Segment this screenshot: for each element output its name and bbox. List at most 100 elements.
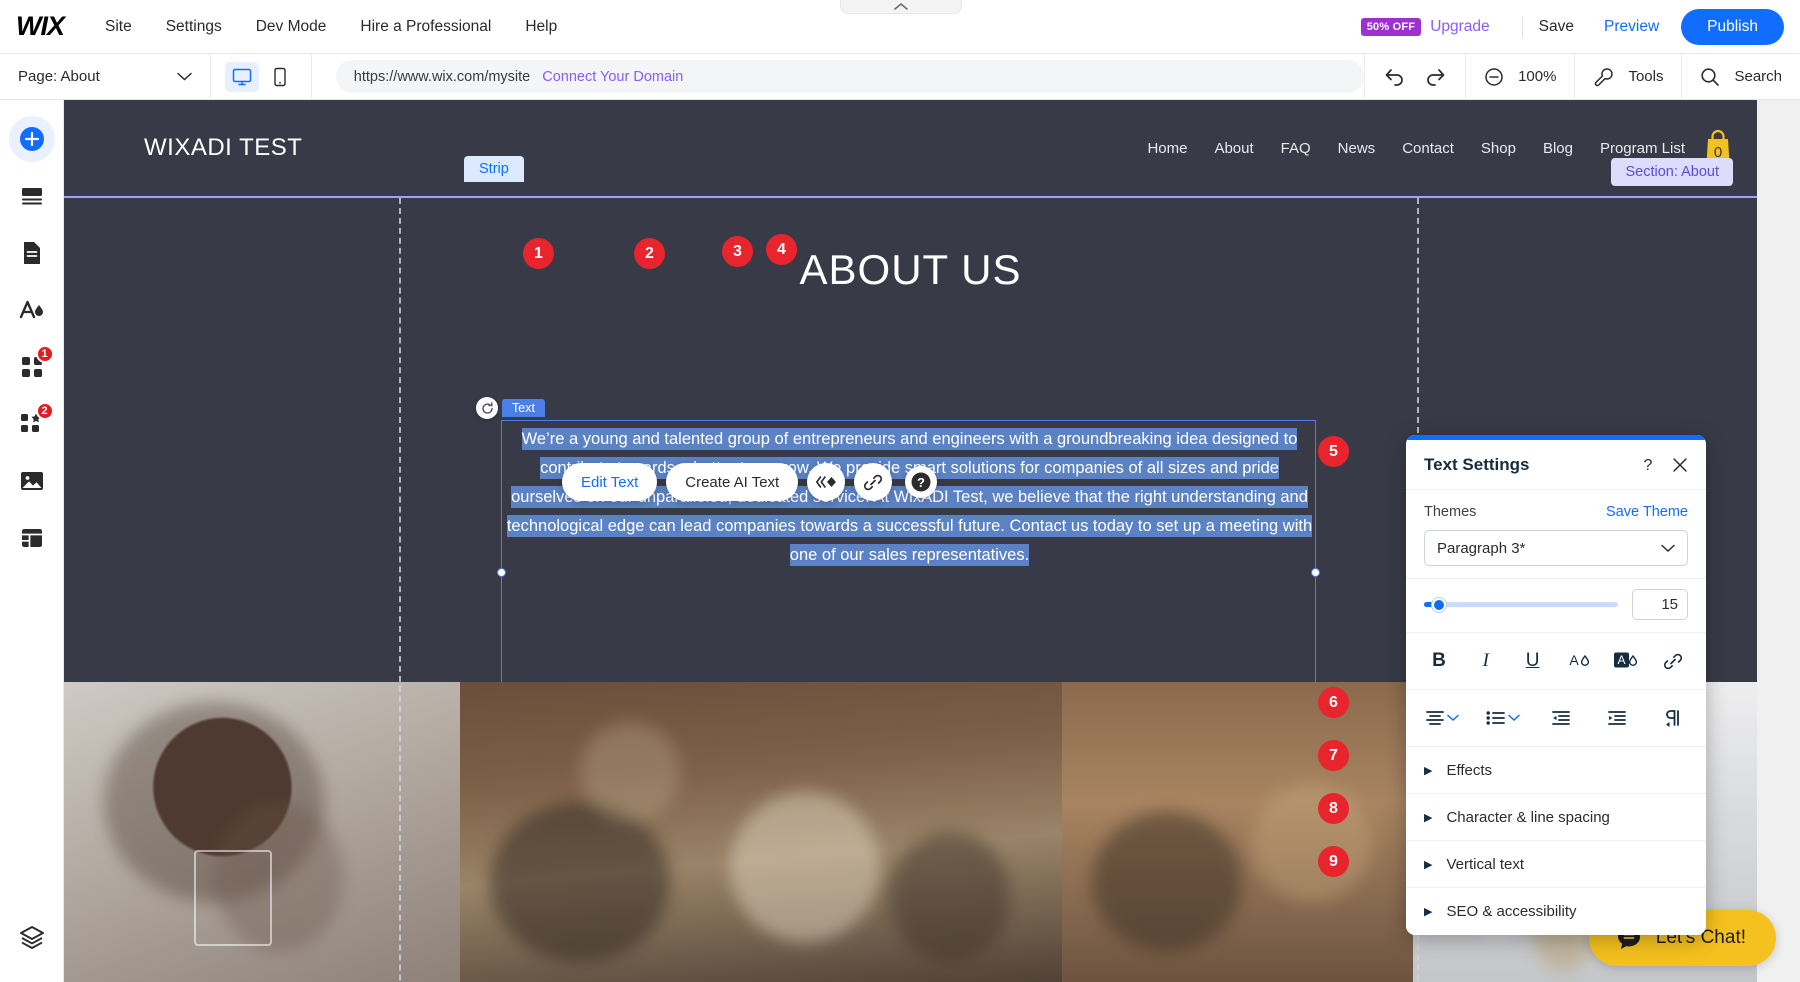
zoom-out-icon[interactable]: [1484, 67, 1504, 87]
sidebar-item-cms[interactable]: [9, 515, 55, 561]
step-marker-9: 9: [1318, 846, 1349, 877]
help-icon[interactable]: ?: [905, 466, 938, 498]
publish-button[interactable]: Publish: [1681, 8, 1784, 45]
panel-header: Text Settings ?: [1406, 440, 1706, 490]
link-button[interactable]: [1658, 646, 1688, 676]
hero-title[interactable]: ABOUT US: [800, 246, 1022, 294]
media-icon: [20, 472, 43, 490]
sidebar-item-media[interactable]: [9, 458, 55, 504]
zoom-control[interactable]: 100%: [1465, 53, 1574, 100]
gallery-image-3[interactable]: [1062, 682, 1413, 982]
edit-text-button[interactable]: Edit Text: [562, 463, 658, 501]
bold-button[interactable]: B: [1424, 646, 1454, 676]
chevron-right-icon: ▶: [1424, 811, 1433, 824]
rotate-handle[interactable]: [476, 397, 498, 419]
zoom-level-label: 100%: [1518, 68, 1557, 85]
increase-indent-button[interactable]: [1602, 703, 1632, 733]
nav-home[interactable]: Home: [1147, 140, 1187, 157]
accordion-effects[interactable]: ▶ Effects: [1406, 747, 1706, 794]
nav-contact[interactable]: Contact: [1402, 140, 1454, 157]
undo-icon[interactable]: [1383, 67, 1405, 87]
accordion-character-line-spacing-label: Character & line spacing: [1446, 808, 1610, 826]
nav-faq[interactable]: FAQ: [1281, 140, 1311, 157]
wix-logo[interactable]: WIX: [16, 11, 65, 42]
sidebar-item-sections[interactable]: [9, 173, 55, 219]
section-tag[interactable]: Section: About: [1611, 158, 1733, 186]
business-badge: 2: [35, 402, 54, 420]
sidebar-item-business[interactable]: 2: [9, 401, 55, 447]
close-icon[interactable]: [1672, 457, 1688, 473]
search-button[interactable]: Search: [1681, 53, 1800, 100]
chevron-down-icon: [177, 68, 192, 85]
page-selector[interactable]: Page: About: [0, 53, 211, 100]
nav-news[interactable]: News: [1338, 140, 1376, 157]
strip-tag[interactable]: Strip: [464, 156, 524, 182]
save-theme-link[interactable]: Save Theme: [1606, 504, 1688, 520]
divider: [1521, 15, 1523, 38]
text-direction-button[interactable]: [1658, 703, 1688, 733]
site-url-bar[interactable]: https://www.wix.com/mysite Connect Your …: [335, 60, 1365, 93]
add-elements-icon: [19, 127, 44, 151]
menu-site[interactable]: Site: [88, 0, 149, 54]
resize-handle-left[interactable]: [497, 568, 506, 577]
slider-knob[interactable]: [1432, 597, 1446, 612]
text-align-dropdown[interactable]: [1424, 708, 1459, 728]
step-marker-1: 1: [523, 238, 554, 269]
text-color-button[interactable]: A: [1564, 646, 1594, 676]
preview-button[interactable]: Preview: [1604, 18, 1659, 36]
underline-button[interactable]: U: [1518, 646, 1548, 676]
font-size-input[interactable]: 15: [1632, 589, 1688, 620]
menu-hire-a-professional[interactable]: Hire a Professional: [343, 0, 508, 54]
left-sidebar: 1 2: [0, 100, 64, 982]
connect-domain-link[interactable]: Connect Your Domain: [542, 69, 683, 85]
svg-text:?: ?: [917, 475, 925, 490]
search-label: Search: [1734, 68, 1782, 85]
menu-dev-mode[interactable]: Dev Mode: [239, 0, 344, 54]
desktop-view-button[interactable]: [224, 61, 259, 92]
save-button[interactable]: Save: [1539, 18, 1574, 36]
sidebar-item-add[interactable]: [8, 116, 55, 162]
discount-badge: 50% OFF: [1360, 17, 1422, 36]
indent-icon: [1608, 711, 1626, 725]
step-marker-2: 2: [634, 238, 665, 269]
decrease-indent-button[interactable]: [1546, 703, 1576, 733]
question-mark-icon[interactable]: ?: [1640, 456, 1656, 474]
redo-icon[interactable]: [1425, 67, 1447, 87]
accordion-seo-accessibility[interactable]: ▶ SEO & accessibility: [1406, 888, 1706, 935]
site-url: https://www.wix.com/mysite: [353, 68, 531, 85]
sidebar-item-apps[interactable]: 1: [9, 344, 55, 390]
cms-icon: [21, 529, 42, 547]
list-style-dropdown[interactable]: [1485, 708, 1520, 728]
font-size-slider[interactable]: [1424, 597, 1618, 612]
menu-settings[interactable]: Settings: [149, 0, 239, 54]
editor-canvas: WIXADI TEST Home About FAQ News Contact …: [64, 100, 1800, 982]
text-highlight-button[interactable]: A: [1611, 646, 1641, 676]
accordion-vertical-text[interactable]: ▶ Vertical text: [1406, 841, 1706, 888]
gallery-image-2[interactable]: [460, 682, 1062, 982]
nav-program-list[interactable]: Program List: [1600, 140, 1685, 157]
collapse-toolbar-handle[interactable]: [840, 0, 962, 14]
sidebar-item-layers[interactable]: [9, 914, 55, 960]
sidebar-item-theme[interactable]: [9, 287, 55, 333]
menu-help[interactable]: Help: [508, 0, 574, 54]
site-logo[interactable]: WIXADI TEST: [144, 134, 302, 162]
link-icon[interactable]: [854, 463, 893, 501]
upgrade-link[interactable]: Upgrade: [1430, 18, 1489, 36]
nav-about[interactable]: About: [1214, 140, 1253, 157]
tools-menu[interactable]: Tools: [1574, 53, 1681, 100]
mobile-view-button[interactable]: [263, 62, 297, 92]
italic-button[interactable]: I: [1471, 646, 1501, 676]
sidebar-item-pages[interactable]: [9, 230, 55, 276]
chevron-down-icon: [1447, 714, 1459, 722]
chevron-right-icon: ▶: [1424, 764, 1433, 777]
desktop-icon: [232, 68, 252, 85]
align-center-icon: [1426, 711, 1444, 725]
step-marker-6: 6: [1318, 687, 1349, 718]
resize-handle-right[interactable]: [1311, 568, 1320, 577]
theme-select[interactable]: Paragraph 3*: [1424, 530, 1688, 566]
nav-shop[interactable]: Shop: [1481, 140, 1516, 157]
animation-icon[interactable]: [807, 463, 846, 501]
nav-blog[interactable]: Blog: [1543, 140, 1573, 157]
accordion-character-line-spacing[interactable]: ▶ Character & line spacing: [1406, 794, 1706, 841]
create-ai-text-button[interactable]: Create AI Text: [666, 463, 799, 501]
